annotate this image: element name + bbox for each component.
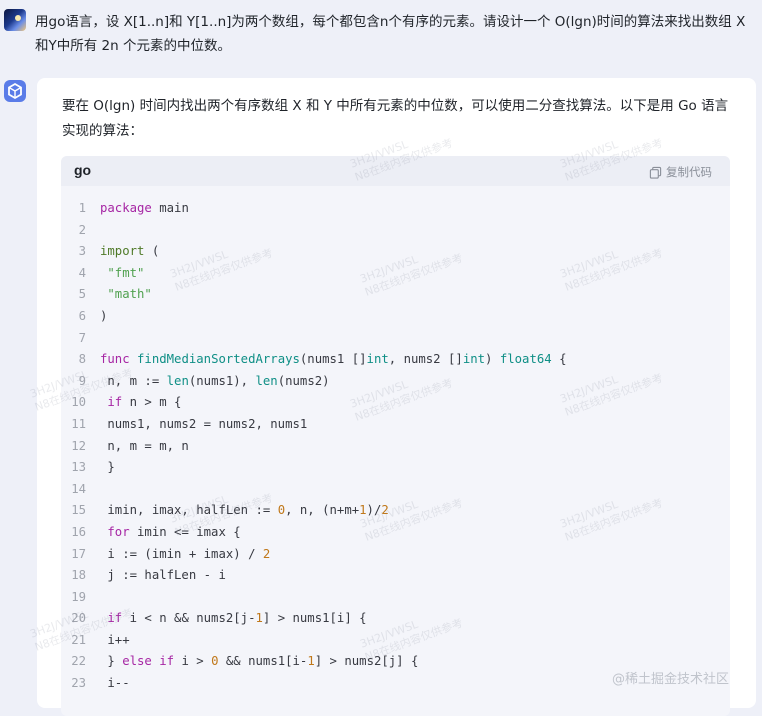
user-message-row: 用go语言，设 X[1..n]和 Y[1..n]为两个数组，每个都包含n个有序的…: [0, 0, 762, 72]
code-text: if i < n && nums2[j-1] > nums1[i] {: [107, 611, 367, 626]
code-line: 10 if n > m {: [61, 392, 730, 414]
line-number: 18: [71, 568, 86, 583]
line-number: 21: [71, 632, 86, 647]
code-text: j := halfLen - i: [100, 568, 226, 583]
code-text: ): [100, 308, 108, 323]
code-text: "fmt": [107, 265, 145, 280]
line-number: 16: [71, 524, 86, 539]
answer-card: 要在 O(lgn) 时间内找出两个有序数组 X 和 Y 中所有元素的中位数，可以…: [37, 78, 756, 716]
line-number: 17: [71, 546, 86, 561]
line-number: 5: [78, 287, 86, 302]
code-block: go 复制代码 1 package main 2 3 import (4 "fmt" 5 …: [61, 156, 730, 716]
code-text: i := (imin + imax) / 2: [100, 546, 271, 561]
line-number: 10: [71, 395, 86, 410]
code-text: i--: [100, 676, 130, 691]
copy-code-label: 复制代码: [666, 165, 712, 179]
code-text: import (: [100, 244, 160, 259]
code-text: n, m := len(nums1), len(nums2): [100, 373, 330, 388]
code-line: 14: [61, 479, 730, 501]
code-line: 7: [61, 328, 730, 350]
user-message-text: 用go语言，设 X[1..n]和 Y[1..n]为两个数组，每个都包含n个有序的…: [35, 14, 746, 54]
line-number: 1: [78, 201, 86, 215]
code-line: 9 n, m := len(nums1), len(nums2): [61, 371, 730, 393]
line-number: 6: [78, 308, 86, 323]
line-number: 15: [71, 503, 86, 518]
line-number: 7: [78, 330, 86, 345]
code-line: 6): [61, 306, 730, 328]
line-number: 20: [71, 611, 86, 626]
code-text: func findMedianSortedArrays(nums1 []int,…: [100, 352, 567, 367]
code-line: 4 "fmt": [61, 263, 730, 285]
code-line: 15 imin, imax, halfLen := 0, n, (n+m+1)/…: [61, 500, 730, 522]
code-line: 18 j := halfLen - i: [61, 565, 730, 587]
line-number: 13: [71, 460, 86, 475]
copy-code-button[interactable]: 复制代码: [649, 164, 712, 180]
line-number: 12: [71, 438, 86, 453]
copy-icon: [649, 166, 662, 179]
code-line: 8 func findMedianSortedArrays(nums1 []int…: [61, 349, 730, 371]
line-number: 19: [71, 589, 86, 604]
code-language-label: go: [74, 162, 92, 178]
code-line: 12 n, m = m, n: [61, 436, 730, 458]
code-line: 3 import (: [61, 241, 730, 263]
line-number: 4: [78, 265, 86, 280]
code-text: if n > m {: [107, 395, 182, 410]
line-number: 3: [78, 244, 86, 259]
line-number: 11: [71, 416, 86, 431]
line-number: 9: [78, 373, 86, 388]
code-line: 2: [61, 220, 730, 242]
site-watermark: @稀土掘金技术社区: [612, 672, 730, 687]
code-line: 11 nums1, nums2 = nums2, nums1: [61, 414, 730, 436]
code-line: 21 i++: [61, 630, 730, 652]
code-line: 1 package main: [61, 198, 730, 220]
code-line: 13 }: [61, 457, 730, 479]
code-text: n, m = m, n: [100, 438, 189, 453]
code-line: 17 i := (imin + imax) / 2: [61, 544, 730, 566]
code-text: for imin <= imax {: [107, 524, 241, 539]
bot-avatar: [4, 80, 26, 102]
code-text: i++: [100, 632, 130, 647]
line-number: 8: [78, 352, 86, 367]
code-text: "math": [107, 287, 152, 302]
code-line: 5 "math": [61, 284, 730, 306]
code-lines[interactable]: 1 package main 2 3 import (4 "fmt" 5 "math" 6)…: [61, 198, 730, 695]
code-line: 16 for imin <= imax {: [61, 522, 730, 544]
code-header: go 复制代码: [61, 156, 730, 186]
line-number: 23: [71, 676, 86, 691]
user-avatar[interactable]: [4, 9, 26, 31]
code-text: imin, imax, halfLen := 0, n, (n+m+1)/2: [100, 503, 389, 518]
line-number: 14: [71, 481, 86, 496]
line-number: 22: [71, 654, 86, 669]
code-text: nums1, nums2 = nums2, nums1: [100, 416, 308, 431]
line-number: 2: [78, 222, 86, 237]
cube-logo-icon: [8, 82, 22, 100]
code-text: } else if i > 0 && nums1[i-1] > nums2[j]…: [100, 654, 419, 669]
code-line: 20 if i < n && nums2[j-1] > nums1[i] {: [61, 608, 730, 630]
code-text: }: [100, 460, 115, 475]
answer-intro: 要在 O(lgn) 时间内找出两个有序数组 X 和 Y 中所有元素的中位数，可以…: [62, 98, 729, 139]
code-text: package main: [100, 201, 189, 215]
code-line: 19: [61, 587, 730, 609]
